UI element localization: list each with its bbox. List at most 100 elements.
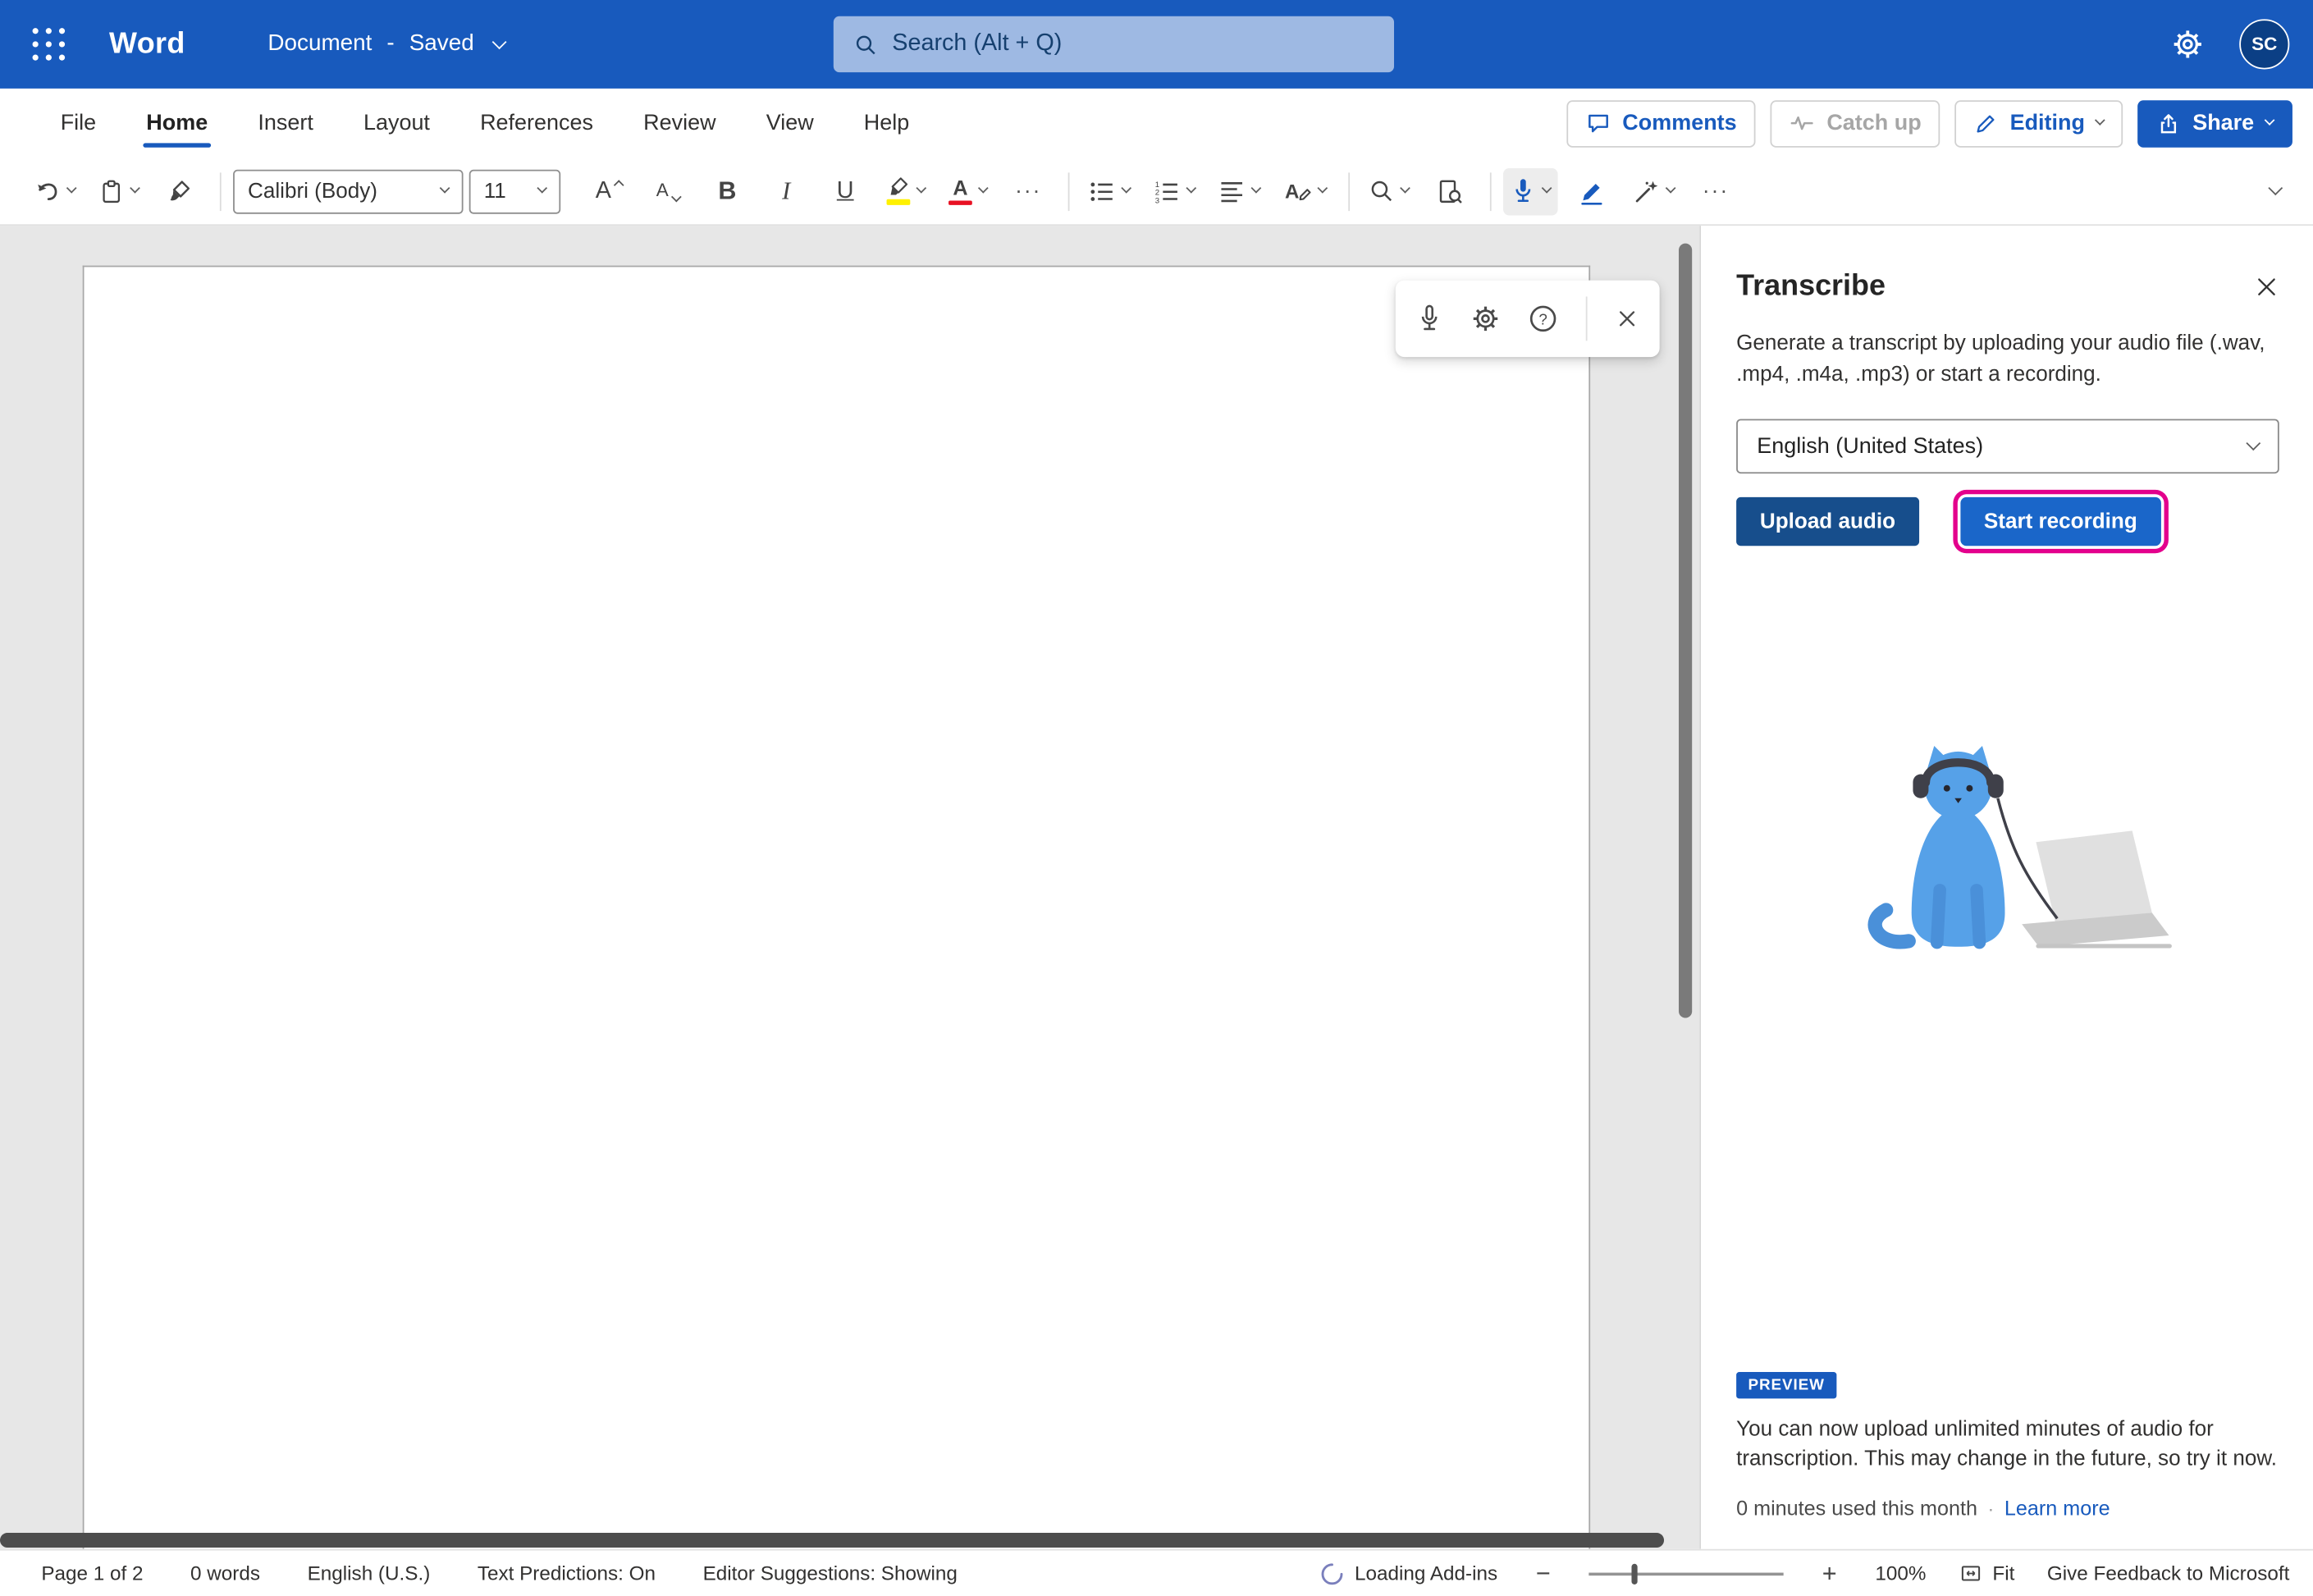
italic-button[interactable]: I [761, 167, 811, 215]
zoom-slider[interactable] [1589, 1572, 1784, 1575]
chevron-down-icon [1666, 183, 1676, 194]
document-title-chip[interactable]: Document - Saved [267, 31, 505, 57]
pencil-icon [1974, 112, 1998, 135]
font-color-button[interactable]: A [941, 167, 994, 215]
menu-view[interactable]: View [741, 89, 839, 158]
help-icon: ? [1529, 304, 1558, 333]
document-page[interactable] [83, 266, 1590, 1549]
font-name-select[interactable]: Calibri (Body) [233, 169, 463, 213]
account-avatar[interactable]: SC [2239, 19, 2289, 69]
alignment-button[interactable] [1211, 167, 1267, 215]
find-button[interactable] [1361, 167, 1416, 215]
floating-close-button[interactable] [1616, 307, 1639, 331]
paste-button[interactable] [91, 167, 146, 215]
menu-review[interactable]: Review [619, 89, 742, 158]
clipboard-icon [98, 178, 124, 204]
styles-button[interactable]: A [1276, 167, 1333, 215]
ribbon-collapse-button[interactable] [2254, 171, 2295, 212]
underline-icon: U [837, 179, 854, 203]
search-box[interactable] [834, 16, 1394, 72]
fit-icon [1959, 1562, 1982, 1585]
more-font-options-button[interactable]: ··· [1003, 167, 1054, 215]
feedback-link[interactable]: Give Feedback to Microsoft [2047, 1562, 2289, 1585]
ribbon-separator [1348, 171, 1350, 210]
ribbon-separator [220, 171, 222, 210]
dictation-floating-toolbar: ? [1396, 281, 1660, 357]
addins-status[interactable]: Loading Add-ins [1321, 1562, 1497, 1585]
editor-button[interactable] [1566, 167, 1616, 215]
underline-button[interactable]: U [821, 167, 871, 215]
font-size-select[interactable]: 11 [469, 169, 560, 213]
page-search-button[interactable] [1425, 167, 1475, 215]
chevron-down-icon [1186, 183, 1196, 194]
bold-icon: B [718, 179, 736, 204]
floating-settings-button[interactable] [1471, 304, 1501, 333]
floating-help-button[interactable]: ? [1529, 304, 1558, 333]
zoom-level[interactable]: 100% [1875, 1562, 1926, 1585]
bullet-list-button[interactable] [1081, 167, 1137, 215]
ribbon-separator [1068, 171, 1070, 210]
learn-more-link[interactable]: Learn more [2004, 1496, 2110, 1520]
menu-references[interactable]: References [455, 89, 619, 158]
grow-font-button[interactable]: A [584, 167, 634, 215]
more-commands-button[interactable]: ··· [1690, 167, 1740, 215]
text-highlight-button[interactable] [880, 167, 933, 215]
menu-insert[interactable]: Insert [233, 89, 339, 158]
editor-pen-icon [1579, 178, 1605, 204]
menubar-right-actions: Comments Catch up Editing S [1566, 99, 2292, 147]
search-icon [854, 32, 877, 57]
catch-up-button[interactable]: Catch up [1771, 99, 1940, 147]
menu-label: Layout [363, 111, 430, 136]
floating-microphone-button[interactable] [1416, 304, 1442, 333]
settings-gear-icon[interactable] [2172, 28, 2205, 61]
editor-suggestions-toggle[interactable]: Editor Suggestions: Showing [703, 1562, 958, 1585]
share-button[interactable]: Share [2138, 99, 2292, 147]
menu-file[interactable]: File [35, 89, 121, 158]
zoom-out-button[interactable]: − [1530, 1558, 1556, 1588]
ribbon-toolbar: Calibri (Body) 11 A A B I U [0, 158, 2313, 226]
fit-button[interactable]: Fit [1959, 1562, 2014, 1585]
vertical-scrollbar-thumb[interactable] [1679, 244, 1692, 1018]
page-count[interactable]: Page 1 of 2 [41, 1562, 143, 1585]
language-select[interactable]: English (United States) [1736, 419, 2279, 474]
align-text-icon [1218, 179, 1245, 203]
zoom-slider-thumb[interactable] [1632, 1563, 1638, 1584]
share-icon [2157, 112, 2181, 135]
start-recording-button[interactable]: Start recording [1960, 497, 2160, 546]
svg-text:?: ? [1538, 311, 1547, 328]
vertical-scrollbar[interactable] [1679, 237, 1692, 1519]
panel-description: Generate a transcript by uploading your … [1736, 329, 2279, 390]
designer-button[interactable] [1625, 167, 1681, 215]
comments-label: Comments [1622, 111, 1736, 136]
bold-button[interactable]: B [702, 167, 752, 215]
font-color-icon: A [949, 176, 972, 205]
undo-button[interactable] [26, 167, 82, 215]
app-launcher-icon[interactable] [26, 22, 71, 66]
dictate-button[interactable] [1503, 167, 1558, 215]
zoom-in-button[interactable]: + [1816, 1558, 1842, 1588]
shrink-font-button[interactable]: A [643, 167, 693, 215]
proofing-language[interactable]: English (U.S.) [308, 1562, 431, 1585]
format-painter-button[interactable] [155, 167, 205, 215]
usage-separator: · [1988, 1497, 1995, 1519]
menu-home[interactable]: Home [121, 89, 233, 158]
avatar-initials: SC [2251, 34, 2277, 54]
word-count[interactable]: 0 words [190, 1562, 260, 1585]
chevron-down-icon[interactable] [492, 34, 507, 48]
editing-mode-button[interactable]: Editing [1955, 99, 2123, 147]
ellipsis-icon: ··· [1015, 180, 1041, 202]
chevron-down-icon [66, 183, 77, 194]
menu-help[interactable]: Help [839, 89, 935, 158]
panel-close-button[interactable] [2254, 274, 2279, 300]
horizontal-scrollbar-thumb[interactable] [0, 1533, 1664, 1548]
text-predictions-toggle[interactable]: Text Predictions: On [478, 1562, 656, 1585]
search-input[interactable] [892, 31, 1374, 57]
upload-audio-button[interactable]: Upload audio [1736, 497, 1919, 546]
menu-layout[interactable]: Layout [338, 89, 455, 158]
undo-icon [34, 178, 60, 204]
document-title-separator: - [386, 31, 394, 57]
horizontal-scrollbar[interactable] [0, 1533, 1682, 1548]
usage-text: 0 minutes used this month [1736, 1496, 1977, 1520]
numbered-list-button[interactable]: 1 2 3 [1146, 167, 1202, 215]
comments-button[interactable]: Comments [1566, 99, 1756, 147]
